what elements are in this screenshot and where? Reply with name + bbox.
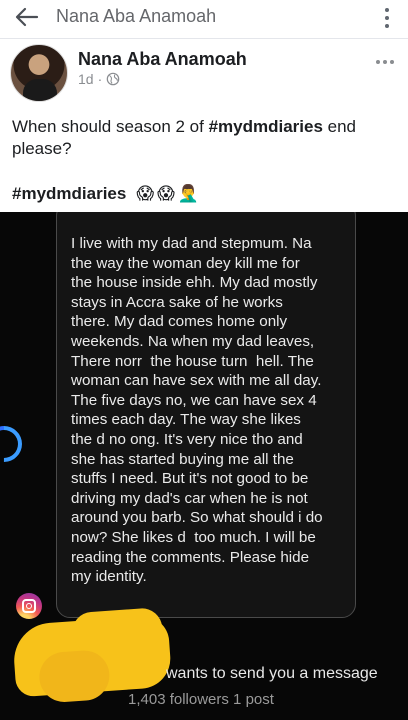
post-author-name[interactable]: Nana Aba Anamoah	[78, 49, 247, 70]
more-vertical-icon	[385, 8, 389, 12]
post-text-start: When should season 2 of	[12, 117, 209, 136]
followers-count-text: 1,403 followers 1 post	[128, 691, 274, 708]
avatar[interactable]	[10, 44, 68, 102]
back-arrow-icon	[15, 7, 39, 27]
redaction-scribble	[11, 614, 173, 698]
more-horizontal-icon	[376, 60, 380, 64]
page-title: Nana Aba Anamoah	[56, 6, 217, 26]
meta-separator: ·	[97, 71, 103, 87]
loading-spinner-icon	[0, 418, 30, 470]
post-time[interactable]: 1d	[78, 71, 94, 87]
post-text: When should season 2 of #mydmdiaries end…	[12, 116, 400, 160]
back-button[interactable]	[12, 4, 42, 30]
post-header: Nana Aba Anamoah 1d ·	[0, 40, 408, 106]
post-hashtag-link[interactable]: #mydmdiaries	[209, 117, 323, 136]
hashtag-link[interactable]: #mydmdiaries	[12, 184, 126, 204]
header-divider	[0, 38, 408, 39]
dm-message-text: I live with my dad and stepmum. Na the w…	[71, 235, 323, 586]
globe-icon	[106, 72, 120, 86]
hashtag-line: #mydmdiaries 😱 😱 🤦‍♂️	[12, 184, 199, 204]
facepalm-emoji: 🤦‍♂️	[177, 184, 199, 203]
screaming-face-emoji: 😱	[157, 184, 175, 203]
post-meta: 1d ·	[78, 71, 120, 87]
more-options-button[interactable]	[382, 6, 392, 30]
screaming-face-emoji: 😱	[136, 184, 155, 203]
message-request-text: wants to send you a message	[166, 665, 378, 682]
top-bar: Nana Aba Anamoah	[0, 0, 408, 34]
post-photo[interactable]: I live with my dad and stepmum. Na the w…	[0, 212, 408, 720]
instagram-icon	[16, 593, 42, 619]
post-more-button[interactable]	[376, 60, 394, 64]
